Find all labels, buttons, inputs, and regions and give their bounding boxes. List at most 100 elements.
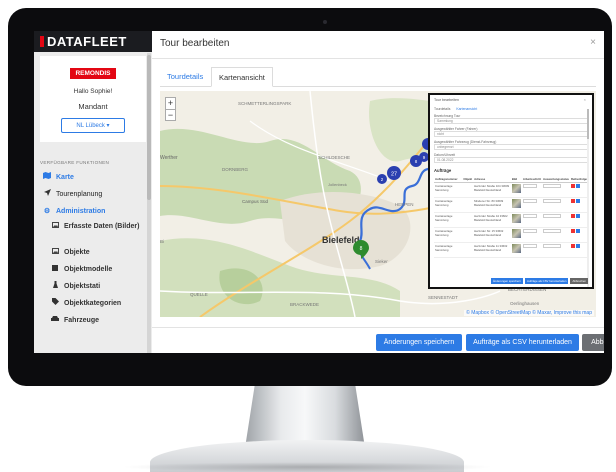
status-select[interactable] [543,229,561,233]
status-select[interactable] [543,184,561,188]
tab-tourdetails[interactable]: Tourdetails [160,67,210,87]
remove-icon[interactable] [570,214,575,218]
sidebar-item-tourenplanung[interactable]: Tourenplanung [34,186,152,203]
sidebar-item-objektkategorien[interactable]: Objektkategorien [34,295,152,312]
panel-field: Bezeichnung Tour Sammlung Ausgewählter F… [434,114,588,163]
step-input[interactable] [522,229,537,233]
status-select[interactable] [543,214,561,218]
step-input[interactable] [522,244,537,248]
order-number: Containerlage Sammlung [434,212,463,228]
sidebar-scroll-thumb[interactable] [147,55,151,200]
vehicle-select[interactable]: unbegrenzt [434,144,588,150]
table-row[interactable]: Containerlage Sammlung Mindener Str. 80 … [434,197,588,213]
image-icon [50,222,60,231]
tag-icon [50,295,60,312]
driver-select[interactable]: nicht [434,131,588,137]
move-icon[interactable] [575,184,580,188]
close-icon[interactable]: × [590,37,596,48]
sidebar-item-karte[interactable]: Karte [34,169,152,186]
step-cell [521,227,542,243]
remove-icon[interactable] [570,199,575,203]
cancel-button[interactable]: Abbrechen [582,334,604,351]
sidebar-item-label: Fahrzeuge [64,317,100,324]
remove-icon[interactable] [570,244,575,248]
app-screen: DATAFLEET REMONDIS Hallo Sophie! Mandant… [34,31,604,353]
location-arrow-icon [42,186,52,203]
step-input[interactable] [522,214,537,218]
edit-tour-modal: Tour bearbeiten × Tourdetails Kartenansi… [152,31,604,353]
step-cell [521,182,542,198]
photo-thumbnail[interactable] [511,244,521,253]
panel-tab-kartenansicht[interactable]: Kartenansicht [456,107,477,111]
cluster-marker[interactable]: 27 [387,166,401,180]
map-view[interactable]: SCHMETTERLINGSPARK Werther DORNBERG SCHI… [160,91,596,317]
section-label: VERFÜGBARE FUNKTIONEN [40,160,110,165]
date-input[interactable]: 01.08.2022 [434,157,588,163]
order-number: Containerlage Sammlung [434,242,463,258]
sidebar-item-label: Objektmodelle [64,266,113,273]
sidebar-item-label: Objektstati [64,283,101,290]
photo-thumbnail[interactable] [511,229,521,238]
move-icon[interactable] [575,229,580,233]
sidebar-item-objektmodelle[interactable]: Objektmodelle [34,261,152,278]
photo-thumbnail[interactable] [511,199,521,208]
status-select[interactable] [543,199,561,203]
cluster-marker[interactable]: 2 [377,174,387,184]
address-cell: Herforder Straße 11 33602 Bielefeld Deut… [473,242,511,258]
photo-thumbnail[interactable] [511,214,521,223]
order-number: Containerlage Sammlung [434,197,463,213]
remove-icon[interactable] [570,229,575,233]
sidebar-item-erfasste-daten[interactable]: Erfasste Daten (Bilder) [34,220,152,244]
table-row[interactable]: Containerlage Sammlung Herforder Str. 15… [434,227,588,243]
image-cell [510,242,522,258]
place-label: DORNBERG [222,167,249,172]
sidebar-item-fahrzeuge[interactable]: Fahrzeuge [34,312,152,329]
brand-mark-icon [40,36,44,47]
step-input[interactable] [522,199,537,203]
move-icon[interactable] [575,199,580,203]
panel-tabs: Tourdetails Kartenansicht [434,107,588,111]
panel-cancel-button[interactable]: Abbrechen [570,278,588,284]
user-box: REMONDIS Hallo Sophie! Mandant NL Lübeck… [40,56,146,142]
brand-logo[interactable]: DATAFLEET [34,31,152,52]
order-number: Containerlage Sammlung [434,182,463,198]
mandant-label: Mandant [78,102,108,111]
branch-select-button[interactable]: NL Lübeck ▾ [61,118,125,133]
sidebar-item-label: Objektkategorien [64,300,122,307]
stand-shadow [120,462,494,472]
panel-scroll-thumb[interactable] [587,109,589,139]
tour-name-input[interactable]: Sammlung [434,118,588,124]
map-attribution[interactable]: © Mapbox © OpenStreetMap © Maxar, Improv… [464,310,594,316]
sidebar-item-administration[interactable]: ⚙ Administration [34,203,152,220]
divider [152,327,604,328]
move-icon[interactable] [575,244,580,248]
table-row[interactable]: Containerlage Sammlung Herforder Straße … [434,242,588,258]
panel-tab-tourdetails[interactable]: Tourdetails [434,107,450,111]
panel-save-button[interactable]: Änderungen speichern [490,278,523,284]
close-icon[interactable]: × [584,97,586,102]
zoom-out-button[interactable]: − [166,109,175,120]
panel-scrollbar[interactable] [587,109,589,287]
move-icon[interactable] [575,214,580,218]
status-select[interactable] [543,244,561,248]
remove-icon[interactable] [570,184,575,188]
tab-kartenansicht[interactable]: Kartenansicht [211,67,273,87]
table-row[interactable]: Containerlage Sammlung Herforder Straße … [434,212,588,228]
sidebar-item-objektstati[interactable]: Objektstati [34,278,152,295]
sidebar-item-objekte[interactable]: Objekte [34,244,152,261]
step-cell [521,197,542,213]
status-cell [542,242,570,258]
table-row[interactable]: Containerlage Sammlung Herforder Straße … [434,182,588,198]
step-input[interactable] [522,184,537,188]
download-csv-button[interactable]: Aufträge als CSV herunterladen [466,334,579,351]
object-cell [462,227,474,243]
image-cell [510,212,522,228]
zoom-in-button[interactable]: + [166,98,175,109]
save-changes-button[interactable]: Änderungen speichern [376,334,462,351]
panel-csv-button[interactable]: Aufträge als CSV herunterladen [524,278,569,284]
modal-tabs: Tourdetails Kartenansicht [160,67,596,87]
place-label: Campus Süd [242,199,269,204]
photo-thumbnail[interactable] [511,184,521,193]
tour-details-panel: Tour bearbeiten × Tourdetails Kartenansi… [428,93,594,289]
car-icon [50,312,60,329]
